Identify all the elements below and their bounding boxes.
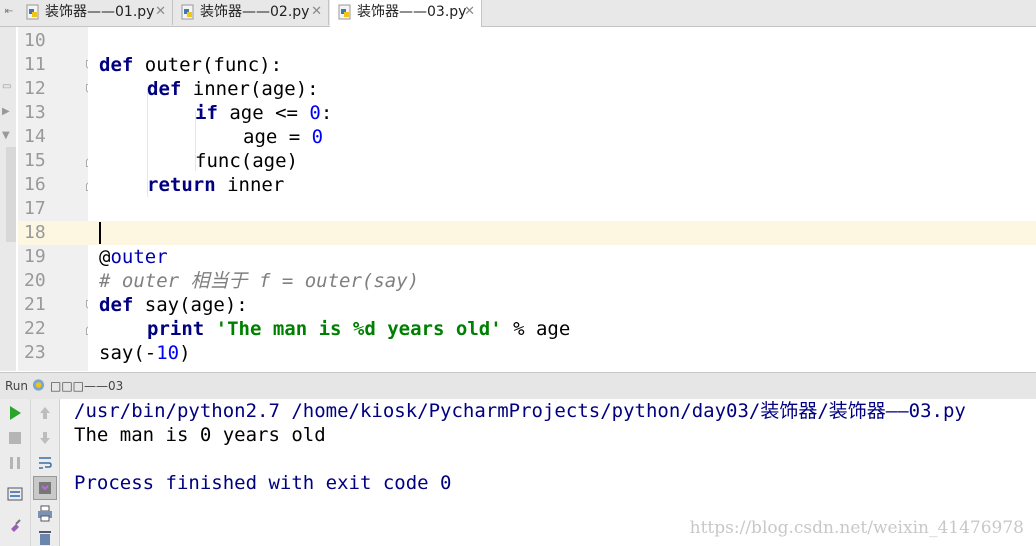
tab-label: 装饰器——03.py: [357, 4, 467, 20]
line-number: 21: [24, 294, 46, 315]
code-line-16: return inner: [147, 174, 285, 196]
line-number: 11: [24, 54, 46, 75]
line-number: 13: [24, 102, 46, 123]
pin-icon[interactable]: [6, 516, 24, 534]
run-console[interactable]: /usr/bin/python2.7 /home/kiosk/PycharmPr…: [60, 399, 1036, 546]
down-arrow-icon[interactable]: [36, 429, 54, 447]
line-number-gutter: 10 11 12 13 14 15 16 17 18 19 20 21 22 2…: [18, 27, 95, 371]
code-line-15: func(age): [195, 150, 298, 172]
up-arrow-icon[interactable]: [36, 404, 54, 422]
line-number: 20: [24, 270, 46, 291]
run-config-name[interactable]: □□□——03: [50, 379, 123, 393]
text-caret: [99, 222, 101, 244]
python-file-icon: [338, 4, 351, 20]
line-number: 12: [24, 78, 46, 99]
run-toolbar-primary: [0, 399, 31, 546]
expand-arrow-icon[interactable]: ▶: [2, 106, 14, 118]
print-icon[interactable]: [36, 504, 54, 522]
line-number: 18: [24, 222, 46, 243]
python-file-icon: [26, 4, 39, 20]
run-label: Run: [5, 379, 29, 393]
editor-tab-bar: ⇤ 装饰器——01.py ✕ 装饰器——02.py ✕ 装饰器——03.py ✕: [0, 0, 1036, 27]
python-file-icon: [181, 4, 194, 20]
watermark: https://blog.csdn.net/weixin_41476978: [689, 518, 1024, 538]
collapse-arrow-icon[interactable]: ▼: [2, 130, 14, 142]
left-tool-strip: ▭ ▶ ▼: [0, 27, 16, 371]
code-line-12: def inner(age):: [147, 78, 319, 100]
scroll-marker: [6, 147, 16, 242]
close-icon[interactable]: ✕: [464, 0, 475, 24]
close-icon[interactable]: ✕: [311, 0, 322, 24]
tab-label: 装饰器——01.py: [45, 4, 155, 20]
current-line-highlight: [88, 221, 1036, 245]
code-line-20: # outer 相当于 f = outer(say): [99, 270, 420, 292]
structure-icon[interactable]: ▭: [2, 81, 14, 93]
code-line-11: def outer(func):: [99, 54, 283, 76]
line-number: 22: [24, 318, 46, 339]
code-line-14: age = 0: [243, 126, 324, 148]
run-panel-header: Run □□□——03: [0, 372, 1036, 400]
scroll-to-end-button[interactable]: [33, 476, 57, 500]
code-line-21: def say(age):: [99, 294, 248, 316]
close-icon[interactable]: ✕: [155, 0, 166, 24]
soft-wrap-icon[interactable]: [36, 454, 54, 472]
pause-icon[interactable]: [6, 454, 24, 472]
code-line-19: @outer: [99, 246, 168, 268]
line-number: 17: [24, 198, 46, 219]
tab-decorator-02[interactable]: 装饰器——02.py ✕: [173, 0, 329, 25]
console-exit-line: Process finished with exit code 0: [74, 472, 452, 494]
stop-icon[interactable]: [6, 429, 24, 447]
tab-scroll-left-icon[interactable]: ⇤: [0, 0, 18, 25]
console-output-line: The man is 0 years old: [74, 424, 326, 446]
code-line-22: print 'The man is %d years old' % age: [147, 318, 571, 340]
python-file-icon: [32, 379, 45, 391]
line-number: 23: [24, 342, 46, 363]
tab-label: 装饰器——02.py: [200, 4, 310, 20]
code-line-13: if age <= 0:: [195, 102, 333, 124]
run-toolbar-secondary: [31, 399, 60, 546]
scroll-to-end-icon: [39, 482, 51, 494]
tab-decorator-03[interactable]: 装饰器——03.py ✕: [330, 0, 482, 27]
run-icon[interactable]: [6, 404, 24, 422]
code-line-23: say(-10): [99, 342, 191, 364]
trash-icon[interactable]: [36, 528, 54, 546]
tab-decorator-01[interactable]: 装饰器——01.py ✕: [18, 0, 173, 25]
console-command-line: /usr/bin/python2.7 /home/kiosk/PycharmPr…: [74, 400, 966, 422]
line-number: 14: [24, 126, 46, 147]
line-number: 19: [24, 246, 46, 267]
layout-icon[interactable]: [6, 485, 24, 503]
line-number: 15: [24, 150, 46, 171]
line-number: 10: [24, 30, 46, 51]
line-number: 16: [24, 174, 46, 195]
code-editor[interactable]: def outer(func): def inner(age): if age …: [88, 27, 1036, 371]
